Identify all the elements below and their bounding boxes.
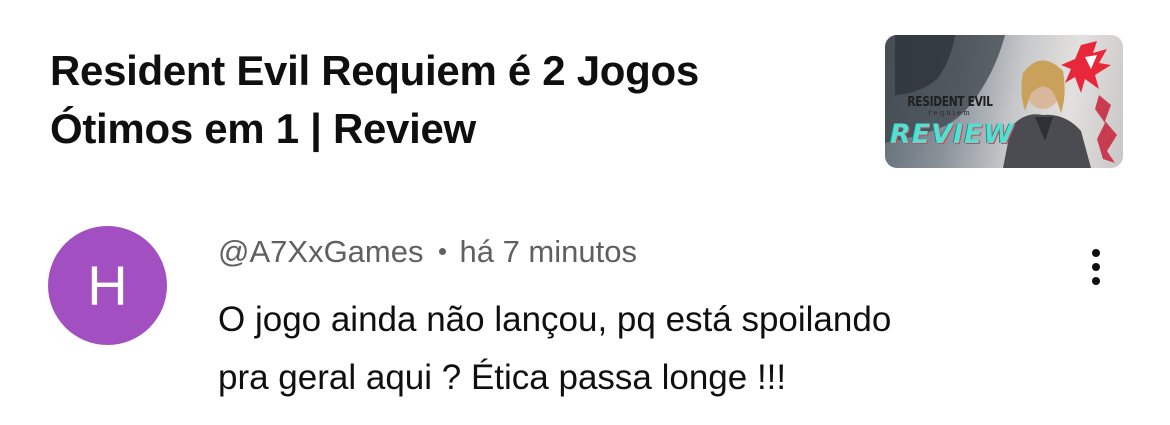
comment-text-line-2: pra geral aqui ? Ética passa longe !!! [218,358,787,397]
avatar[interactable]: H [48,226,167,345]
thumbnail-review-badge: REVIEW [890,119,1015,150]
video-title-line-1: Resident Evil Requiem é 2 Jogos [50,47,699,94]
comment-text-line-1: O jogo ainda não lançou, pq está spoilan… [218,300,892,339]
comment-header: @A7XxGames há 7 minutos [218,234,637,270]
comment-time: há 7 minutos [459,234,637,269]
more-vertical-icon [1092,277,1100,285]
channel-logo-icon [1061,41,1111,93]
video-thumbnail[interactable]: RESIDENT EVIL requiem REVIEW [885,35,1123,168]
more-options-button[interactable] [1078,242,1114,292]
thumbnail-title: RESIDENT EVIL requiem REVIEW [890,95,1015,150]
more-vertical-icon [1092,263,1100,271]
comment-author[interactable]: @A7XxGames [218,234,423,269]
comment-text: O jogo ainda não lançou, pq está spoilan… [218,291,1098,407]
thumbnail-brand-line-2: requiem [928,109,972,117]
avatar-letter: H [87,253,128,317]
video-title[interactable]: Resident Evil Requiem é 2 Jogos Ótimos e… [50,42,850,158]
separator-dot-icon [439,248,447,256]
comment: H @A7XxGames há 7 minutos O jogo ainda nã… [48,226,1128,406]
more-vertical-icon [1092,249,1100,257]
thumbnail-brand-line-1: RESIDENT EVIL [907,95,993,110]
video-title-line-2: Ótimos em 1 | Review [50,105,476,152]
